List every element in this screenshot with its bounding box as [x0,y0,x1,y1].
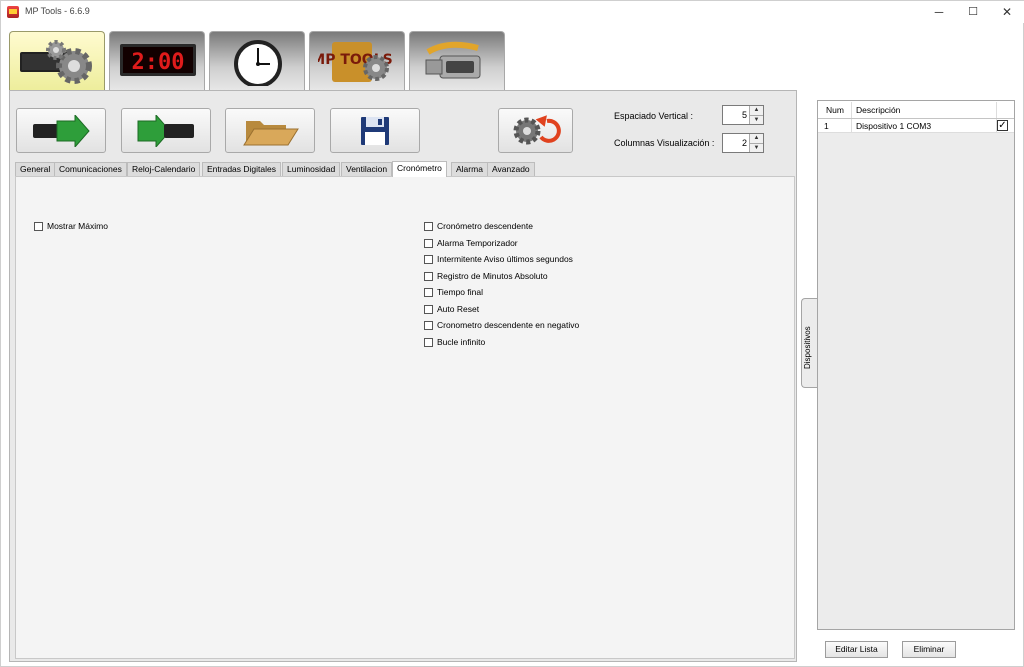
checkbox-label: Cronómetro descendente [437,221,533,231]
device-description: Dispositivo 1 COM3 [856,121,932,131]
app-logo-icon [7,6,19,18]
last-seconds-blink-checkbox[interactable]: Intermitente Aviso últimos segundos [424,254,573,264]
tab-stopwatch[interactable]: Cronómetro [392,161,447,177]
analog-clock-icon [234,40,282,86]
table-row[interactable]: 1 Dispositivo 1 COM3 ✓ [818,119,1014,133]
main-tab-led-clock[interactable]: 2:00 [109,31,205,91]
save-file-button[interactable] [330,108,420,153]
vertical-spacing-value: 5 [741,110,747,120]
save-floppy-icon [361,117,389,145]
show-maximum-checkbox[interactable]: Mostrar Máximo [34,221,108,231]
auto-reset-checkbox[interactable]: Auto Reset [424,304,479,314]
display-columns-value: 2 [741,138,747,148]
main-tab-settings[interactable] [9,31,105,92]
app-window: MP Tools - 6.6.9 ─ ☐ ✕ 2:00 MP TOOLS Esp… [0,0,1024,667]
maximize-button[interactable]: ☐ [955,1,991,23]
display-columns-down-arrow-icon[interactable]: ▼ [750,143,763,152]
checkbox-box[interactable] [424,221,433,231]
checkbox-box[interactable] [424,271,433,281]
device-enabled-checkbox[interactable]: ✓ [997,120,1008,131]
stopwatch-tab-content: Mostrar Máximo Cronómetro descendente Al… [15,176,795,659]
absolute-minutes-checkbox[interactable]: Registro de Minutos Absoluto [424,271,548,281]
checkbox-label: Intermitente Aviso últimos segundos [437,254,573,264]
devices-side-tab-label: Dispositivos [803,326,812,369]
checkbox-box[interactable] [424,254,433,264]
checkbox-box[interactable] [424,238,433,248]
column-header-description[interactable]: Descripción [856,105,900,115]
checkbox-box[interactable] [424,304,433,314]
tab-brightness[interactable]: Luminosidad [282,162,341,176]
close-button[interactable]: ✕ [989,1,1024,23]
tab-communications[interactable]: Comunicaciones [54,162,127,176]
checkbox-label: Auto Reset [437,304,480,314]
checkbox-label: Cronometro descendente en negativo [437,320,580,330]
configuration-panel: Espaciado Vertical : 5 ▲ ▼ Columnas Visu… [9,90,797,662]
send-to-display-icon [33,115,90,147]
send-to-display-button[interactable] [16,108,106,153]
display-columns-up-arrow-icon[interactable]: ▲ [750,134,763,143]
receive-from-display-icon [137,115,194,147]
checkbox-box[interactable] [424,337,433,347]
led-clock-text: 2:00 [132,50,185,75]
checkbox-label: Registro de Minutos Absoluto [437,271,548,281]
tab-general[interactable]: General [15,162,56,176]
countdown-checkbox[interactable]: Cronómetro descendente [424,221,533,231]
checkbox-label: Alarma Temporizador [437,238,518,248]
vertical-spacing-spinner[interactable]: 5 ▲ ▼ [722,105,764,125]
open-file-button[interactable] [225,108,315,153]
checkbox-label: Tiempo final [437,287,483,297]
timer-alarm-checkbox[interactable]: Alarma Temporizador [424,238,518,248]
serial-cable-icon [425,41,481,79]
led-clock-display-icon: 2:00 [120,44,196,76]
display-columns-spinner[interactable]: 2 ▲ ▼ [722,133,764,153]
checkbox-box[interactable] [34,221,43,231]
delete-button[interactable]: Eliminar [902,641,956,658]
reset-settings-icon [513,115,561,145]
open-folder-icon [243,121,299,146]
final-time-checkbox[interactable]: Tiempo final [424,287,483,297]
display-columns-label: Columnas Visualización : [614,138,715,148]
column-header-num[interactable]: Num [826,105,844,115]
tab-advanced[interactable]: Avanzado [487,162,535,176]
title-bar: MP Tools - 6.6.9 ─ ☐ ✕ [1,1,1024,23]
infinite-loop-checkbox[interactable]: Bucle infinito [424,337,485,347]
main-tab-mp-tools[interactable]: MP TOOLS [309,31,405,91]
tab-ventilation[interactable]: Ventilacion [341,162,393,176]
devices-grid-header: Num Descripción [818,101,1014,119]
checkbox-label: Mostrar Máximo [47,221,108,231]
vertical-spacing-label: Espaciado Vertical : [614,111,694,121]
receive-from-display-button[interactable] [121,108,211,153]
devices-side-tab[interactable]: Dispositivos [801,298,818,388]
tab-alarm[interactable]: Alarma [451,162,488,176]
tab-digital-inputs[interactable]: Entradas Digitales [202,162,281,176]
checkbox-label: Bucle infinito [437,337,486,347]
reset-settings-button[interactable] [498,108,573,153]
settings-display-icon [20,40,92,84]
checkbox-box[interactable] [424,287,433,297]
main-tab-analog-clock[interactable] [209,31,305,91]
minimize-button[interactable]: ─ [921,1,957,23]
devices-panel: Num Descripción 1 Dispositivo 1 COM3 ✓ [817,100,1015,630]
mp-tools-logo-icon: MP TOOLS [318,42,393,82]
negative-countdown-checkbox[interactable]: Cronometro descendente en negativo [424,320,579,330]
window-title: MP Tools - 6.6.9 [25,6,90,16]
tab-clock-calendar[interactable]: Reloj-Calendario [127,162,201,176]
vertical-spacing-up-arrow-icon[interactable]: ▲ [750,106,763,115]
checkbox-box[interactable] [424,320,433,330]
main-tab-connection[interactable] [409,31,505,91]
device-num: 1 [824,121,829,131]
edit-list-button[interactable]: Editar Lista [825,641,888,658]
vertical-spacing-down-arrow-icon[interactable]: ▼ [750,115,763,124]
